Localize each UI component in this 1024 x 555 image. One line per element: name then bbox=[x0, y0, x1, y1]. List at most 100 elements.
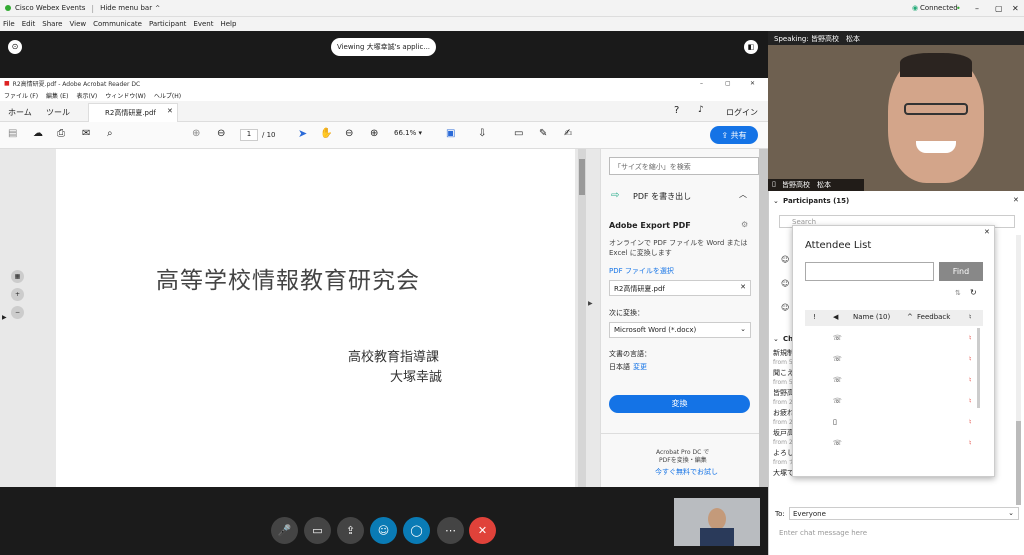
lang-change-link[interactable]: 変更 bbox=[633, 362, 647, 372]
format-select[interactable]: Microsoft Word (*.docx) ⌄ bbox=[609, 322, 751, 338]
menu-edit[interactable]: Edit bbox=[22, 20, 36, 28]
attendee-search-input[interactable] bbox=[805, 262, 934, 281]
audio-col-icon[interactable]: ◀ bbox=[833, 313, 838, 321]
table-row[interactable]: ☏ ♮ bbox=[805, 349, 983, 370]
sign-icon[interactable]: ✍ bbox=[564, 128, 572, 139]
scroll-mode-icon[interactable]: ⇩ bbox=[478, 128, 486, 139]
acrobat-close[interactable]: ✕ bbox=[750, 80, 755, 87]
attendee-scrollbar[interactable] bbox=[977, 328, 980, 408]
close-button[interactable]: ✕ bbox=[1012, 4, 1019, 13]
comment-icon[interactable]: ▭ bbox=[514, 128, 523, 139]
chat-collapse-icon[interactable]: ⌄ bbox=[773, 335, 779, 343]
menu-file[interactable]: File bbox=[3, 20, 15, 28]
menu-event[interactable]: Event bbox=[193, 20, 213, 28]
acrobat-minimize[interactable]: – bbox=[700, 80, 703, 87]
attendee-close-icon[interactable]: ✕ bbox=[984, 228, 990, 236]
right-pane-toggle[interactable]: ▶ bbox=[588, 300, 593, 307]
acro-menu-edit[interactable]: 編集 (E) bbox=[46, 91, 68, 100]
participants-button[interactable]: ☺ bbox=[370, 517, 397, 544]
print-icon[interactable]: ⎙ bbox=[57, 128, 65, 139]
remove-file-icon[interactable]: ✕ bbox=[740, 283, 746, 291]
mute-button[interactable]: 🎤 bbox=[271, 517, 298, 544]
table-row[interactable]: ☏ ♮ bbox=[805, 391, 983, 412]
table-row[interactable]: ▯ ♮ bbox=[805, 412, 983, 433]
left-panel-toggle[interactable]: ▶ bbox=[0, 149, 10, 487]
table-row[interactable]: ☏ ♮ bbox=[805, 370, 983, 391]
hide-menu-bar-button[interactable]: Hide menu bar bbox=[100, 4, 152, 12]
tab-tools[interactable]: ツール bbox=[46, 107, 70, 118]
acro-menu-window[interactable]: ウィンドウ(W) bbox=[105, 91, 146, 100]
close-participants-icon[interactable]: ✕ bbox=[1013, 196, 1019, 204]
page-number-input[interactable]: 1 bbox=[240, 129, 258, 141]
acro-menu-file[interactable]: ファイル (F) bbox=[4, 91, 38, 100]
maximize-button[interactable]: ▢ bbox=[995, 4, 1003, 13]
tab-home[interactable]: ホーム bbox=[8, 107, 32, 118]
thumb-zoomout-icon[interactable]: − bbox=[11, 306, 24, 319]
tab-document[interactable]: R2高情研夏.pdf ✕ bbox=[88, 103, 178, 122]
video-button[interactable]: ▭ bbox=[304, 517, 331, 544]
acro-menu-view[interactable]: 表示(V) bbox=[76, 91, 97, 100]
raise-hand-icon[interactable]: ♮ bbox=[969, 397, 972, 405]
export-pdf-header[interactable]: PDF を書き出し bbox=[633, 191, 691, 202]
bell-icon[interactable]: ♪ bbox=[698, 105, 704, 115]
zoom-out-icon[interactable]: ⊖ bbox=[345, 128, 353, 139]
panel-scrollbar[interactable] bbox=[1016, 235, 1021, 505]
priority-col-icon[interactable]: ! bbox=[813, 313, 816, 321]
find-button[interactable]: Find bbox=[939, 262, 983, 281]
tab-close-icon[interactable]: ✕ bbox=[167, 107, 173, 115]
cloud-upload-icon[interactable]: ☁ bbox=[33, 128, 43, 139]
menu-help[interactable]: Help bbox=[220, 20, 236, 28]
menu-view[interactable]: View bbox=[69, 20, 86, 28]
raise-hand-icon[interactable]: ♮ bbox=[969, 334, 972, 342]
col-feedback[interactable]: Feedback bbox=[917, 313, 950, 321]
zoom-search-icon[interactable]: ⌕ bbox=[107, 128, 113, 139]
mail-icon[interactable]: ✉ bbox=[82, 128, 90, 139]
leave-button[interactable]: ✕ bbox=[469, 517, 496, 544]
login-link[interactable]: ログイン bbox=[726, 107, 758, 118]
zoom-level-select[interactable]: 66.1% ▾ bbox=[394, 129, 434, 141]
thumb-zoom-icon[interactable]: ▦ bbox=[11, 270, 24, 283]
chevron-up-icon[interactable]: ^ bbox=[155, 5, 160, 12]
share-content-button[interactable]: ⇪ bbox=[337, 517, 364, 544]
help-icon[interactable]: ? bbox=[674, 105, 679, 116]
table-row[interactable]: ☏ ♮ bbox=[805, 433, 983, 454]
chat-to-select[interactable]: Everyone ⌄ bbox=[789, 507, 1019, 520]
menu-communicate[interactable]: Communicate bbox=[93, 20, 142, 28]
select-pdf-link[interactable]: PDF ファイルを選択 bbox=[609, 266, 674, 276]
raise-hand-icon[interactable]: ♮ bbox=[969, 355, 972, 363]
chat-button[interactable]: ◯ bbox=[403, 517, 430, 544]
minimize-button[interactable]: – bbox=[975, 4, 979, 13]
pen-icon[interactable]: ✎ bbox=[539, 128, 547, 139]
raise-hand-icon[interactable]: ♮ bbox=[969, 439, 972, 447]
fullscreen-icon[interactable]: ◧ bbox=[744, 40, 758, 54]
more-options-button[interactable]: ⋯ bbox=[437, 517, 464, 544]
zoom-in-icon[interactable]: ⊕ bbox=[370, 128, 378, 139]
share-info-icon[interactable]: ⊙ bbox=[8, 40, 22, 54]
acrobat-maximize[interactable]: ▢ bbox=[725, 80, 731, 87]
thumb-zoomin-icon[interactable]: + bbox=[11, 288, 24, 301]
save-icon[interactable]: ▤ bbox=[8, 128, 17, 139]
acro-menu-help[interactable]: ヘルプ(H) bbox=[154, 91, 181, 100]
menu-share[interactable]: Share bbox=[42, 20, 62, 28]
pane-scrollbar[interactable] bbox=[759, 149, 768, 487]
tools-search-input[interactable]: 「サイズを縮小」を検索 bbox=[609, 157, 759, 175]
share-button[interactable]: ⇪ 共有 bbox=[710, 126, 758, 144]
menu-participant[interactable]: Participant bbox=[149, 20, 186, 28]
raise-hand-icon[interactable]: ♮ bbox=[969, 418, 972, 426]
prev-page-icon[interactable]: ⊕ bbox=[192, 128, 200, 139]
convert-button[interactable]: 変換 bbox=[609, 395, 750, 413]
page-display-icon[interactable]: ▣ bbox=[446, 128, 455, 139]
doc-scrollbar[interactable] bbox=[578, 149, 586, 487]
select-cursor-icon[interactable]: ➤ bbox=[298, 127, 307, 140]
refresh-icon[interactable]: ↻ bbox=[970, 288, 977, 297]
collapse-participants-icon[interactable]: ⌄ bbox=[773, 197, 779, 205]
sort-icon[interactable]: ⇅ bbox=[955, 289, 961, 297]
collapse-icon[interactable]: ︿ bbox=[739, 189, 747, 200]
raise-hand-icon[interactable]: ♮ bbox=[969, 376, 972, 384]
next-page-icon[interactable]: ⊖ bbox=[217, 128, 225, 139]
export-settings-icon[interactable]: ⚙ bbox=[741, 220, 748, 229]
table-row[interactable]: ☏ ♮ bbox=[805, 328, 983, 349]
col-name[interactable]: Name (10) bbox=[853, 313, 890, 321]
chat-input[interactable]: Enter chat message here bbox=[779, 529, 867, 537]
promo-link[interactable]: 今すぐ無料でお試し bbox=[655, 467, 718, 477]
